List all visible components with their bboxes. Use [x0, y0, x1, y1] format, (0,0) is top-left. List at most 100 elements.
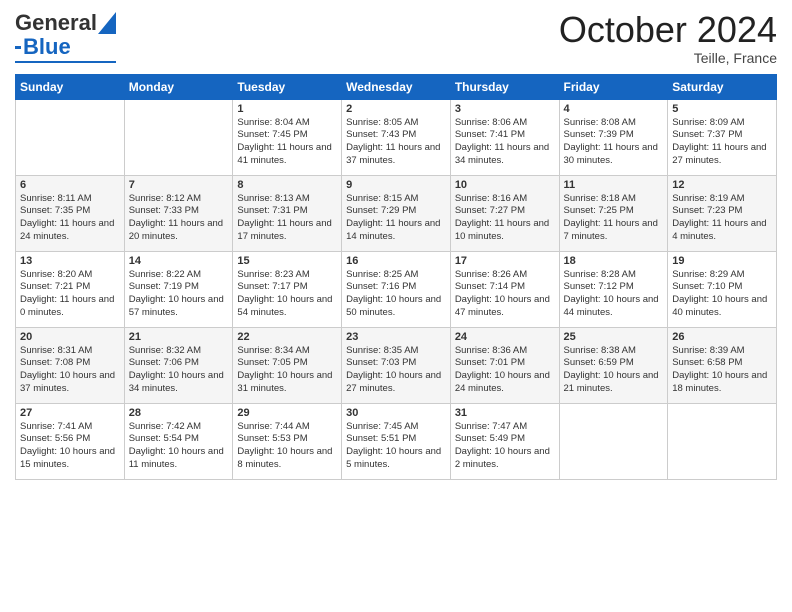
- day-number: 15: [237, 255, 337, 267]
- logo: General Blue: [15, 10, 116, 63]
- day-number: 1: [237, 103, 337, 115]
- day-number: 26: [672, 331, 772, 343]
- day-number: 20: [20, 331, 120, 343]
- calendar-cell: 8 Sunrise: 8:13 AMSunset: 7:31 PMDaylight…: [233, 175, 342, 251]
- day-number: 9: [346, 179, 446, 191]
- calendar-cell: 9 Sunrise: 8:15 AMSunset: 7:29 PMDaylight…: [342, 175, 451, 251]
- day-info: Sunrise: 7:41 AMSunset: 5:56 PMDaylight:…: [20, 421, 120, 472]
- calendar-cell: 6Sunrise: 8:11 AMSunset: 7:35 PMDaylight…: [16, 175, 125, 251]
- day-number: 10: [455, 179, 555, 191]
- day-info: Sunrise: 8:23 AMSunset: 7:17 PMDaylight:…: [237, 269, 337, 320]
- col-header-monday: Monday: [124, 74, 233, 99]
- calendar-table: SundayMondayTuesdayWednesdayThursdayFrid…: [15, 74, 777, 480]
- page-header: General Blue October 2024 Teille, France: [15, 10, 777, 66]
- calendar-cell: 2 Sunrise: 8:05 AMSunset: 7:43 PMDaylight…: [342, 99, 451, 175]
- calendar-cell: 25 Sunrise: 8:38 AMSunset: 6:59 PMDayligh…: [559, 327, 668, 403]
- calendar-cell: 16 Sunrise: 8:25 AMSunset: 7:16 PMDayligh…: [342, 251, 451, 327]
- day-info: Sunrise: 8:25 AMSunset: 7:16 PMDaylight:…: [346, 269, 446, 320]
- day-number: 24: [455, 331, 555, 343]
- calendar-cell: 31 Sunrise: 7:47 AMSunset: 5:49 PMDayligh…: [450, 403, 559, 479]
- day-info: Sunrise: 8:08 AMSunset: 7:39 PMDaylight:…: [564, 117, 664, 168]
- calendar-cell: 24 Sunrise: 8:36 AMSunset: 7:01 PMDayligh…: [450, 327, 559, 403]
- day-number: 8: [237, 179, 337, 191]
- day-number: 16: [346, 255, 446, 267]
- day-info: Sunrise: 8:09 AMSunset: 7:37 PMDaylight:…: [672, 117, 772, 168]
- day-info: Sunrise: 8:04 AMSunset: 7:45 PMDaylight:…: [237, 117, 337, 168]
- calendar-cell: 23Sunrise: 8:35 AMSunset: 7:03 PMDayligh…: [342, 327, 451, 403]
- day-number: 13: [20, 255, 120, 267]
- day-number: 2: [346, 103, 446, 115]
- logo-general: General: [15, 10, 97, 36]
- day-number: 23: [346, 331, 446, 343]
- calendar-cell: 13 Sunrise: 8:20 AMSunset: 7:21 PMDayligh…: [16, 251, 125, 327]
- month-title: October 2024: [559, 10, 777, 50]
- day-number: 28: [129, 407, 229, 419]
- col-header-wednesday: Wednesday: [342, 74, 451, 99]
- day-info: Sunrise: 8:13 AMSunset: 7:31 PMDaylight:…: [237, 193, 337, 244]
- calendar-cell: 30Sunrise: 7:45 AMSunset: 5:51 PMDayligh…: [342, 403, 451, 479]
- day-info: Sunrise: 8:18 AMSunset: 7:25 PMDaylight:…: [564, 193, 664, 244]
- day-info: Sunrise: 8:05 AMSunset: 7:43 PMDaylight:…: [346, 117, 446, 168]
- day-info: Sunrise: 8:16 AMSunset: 7:27 PMDaylight:…: [455, 193, 555, 244]
- day-number: 29: [237, 407, 337, 419]
- day-info: Sunrise: 8:31 AMSunset: 7:08 PMDaylight:…: [20, 345, 120, 396]
- calendar-cell: 22 Sunrise: 8:34 AMSunset: 7:05 PMDayligh…: [233, 327, 342, 403]
- day-info: Sunrise: 7:42 AMSunset: 5:54 PMDaylight:…: [129, 421, 229, 472]
- day-info: Sunrise: 8:34 AMSunset: 7:05 PMDaylight:…: [237, 345, 337, 396]
- col-header-tuesday: Tuesday: [233, 74, 342, 99]
- calendar-cell: 19Sunrise: 8:29 AMSunset: 7:10 PMDayligh…: [668, 251, 777, 327]
- calendar-cell: 29 Sunrise: 7:44 AMSunset: 5:53 PMDayligh…: [233, 403, 342, 479]
- calendar-cell: 15 Sunrise: 8:23 AMSunset: 7:17 PMDayligh…: [233, 251, 342, 327]
- day-info: Sunrise: 7:45 AMSunset: 5:51 PMDaylight:…: [346, 421, 446, 472]
- calendar-cell: [668, 403, 777, 479]
- day-info: Sunrise: 8:36 AMSunset: 7:01 PMDaylight:…: [455, 345, 555, 396]
- day-number: 12: [672, 179, 772, 191]
- day-info: Sunrise: 8:38 AMSunset: 6:59 PMDaylight:…: [564, 345, 664, 396]
- day-info: Sunrise: 8:15 AMSunset: 7:29 PMDaylight:…: [346, 193, 446, 244]
- calendar-cell: 5 Sunrise: 8:09 AMSunset: 7:37 PMDaylight…: [668, 99, 777, 175]
- day-number: 31: [455, 407, 555, 419]
- day-info: Sunrise: 8:06 AMSunset: 7:41 PMDaylight:…: [455, 117, 555, 168]
- day-info: Sunrise: 8:12 AMSunset: 7:33 PMDaylight:…: [129, 193, 229, 244]
- calendar-cell: [559, 403, 668, 479]
- col-header-thursday: Thursday: [450, 74, 559, 99]
- day-info: Sunrise: 8:22 AMSunset: 7:19 PMDaylight:…: [129, 269, 229, 320]
- day-number: 25: [564, 331, 664, 343]
- calendar-cell: 28 Sunrise: 7:42 AMSunset: 5:54 PMDayligh…: [124, 403, 233, 479]
- day-info: Sunrise: 8:19 AMSunset: 7:23 PMDaylight:…: [672, 193, 772, 244]
- calendar-cell: 21Sunrise: 8:32 AMSunset: 7:06 PMDayligh…: [124, 327, 233, 403]
- calendar-cell: 10 Sunrise: 8:16 AMSunset: 7:27 PMDayligh…: [450, 175, 559, 251]
- logo-blue: Blue: [23, 34, 71, 60]
- day-number: 27: [20, 407, 120, 419]
- title-block: October 2024 Teille, France: [559, 10, 777, 66]
- calendar-cell: 4 Sunrise: 8:08 AMSunset: 7:39 PMDaylight…: [559, 99, 668, 175]
- day-info: Sunrise: 8:28 AMSunset: 7:12 PMDaylight:…: [564, 269, 664, 320]
- calendar-cell: 26 Sunrise: 8:39 AMSunset: 6:58 PMDayligh…: [668, 327, 777, 403]
- day-number: 22: [237, 331, 337, 343]
- day-number: 19: [672, 255, 772, 267]
- calendar-cell: 3 Sunrise: 8:06 AMSunset: 7:41 PMDaylight…: [450, 99, 559, 175]
- day-number: 5: [672, 103, 772, 115]
- calendar-cell: 27 Sunrise: 7:41 AMSunset: 5:56 PMDayligh…: [16, 403, 125, 479]
- day-number: 17: [455, 255, 555, 267]
- day-number: 4: [564, 103, 664, 115]
- day-number: 7: [129, 179, 229, 191]
- logo-triangle-icon: [98, 12, 116, 34]
- col-header-friday: Friday: [559, 74, 668, 99]
- day-number: 3: [455, 103, 555, 115]
- day-number: 21: [129, 331, 229, 343]
- calendar-cell: [16, 99, 125, 175]
- calendar-cell: 17 Sunrise: 8:26 AMSunset: 7:14 PMDayligh…: [450, 251, 559, 327]
- location: Teille, France: [559, 50, 777, 66]
- day-info: Sunrise: 7:44 AMSunset: 5:53 PMDaylight:…: [237, 421, 337, 472]
- day-number: 14: [129, 255, 229, 267]
- calendar-cell: 20 Sunrise: 8:31 AMSunset: 7:08 PMDayligh…: [16, 327, 125, 403]
- calendar-cell: 1 Sunrise: 8:04 AMSunset: 7:45 PMDaylight…: [233, 99, 342, 175]
- day-info: Sunrise: 8:26 AMSunset: 7:14 PMDaylight:…: [455, 269, 555, 320]
- day-number: 18: [564, 255, 664, 267]
- day-info: Sunrise: 7:47 AMSunset: 5:49 PMDaylight:…: [455, 421, 555, 472]
- day-info: Sunrise: 8:20 AMSunset: 7:21 PMDaylight:…: [20, 269, 120, 320]
- day-info: Sunrise: 8:39 AMSunset: 6:58 PMDaylight:…: [672, 345, 772, 396]
- calendar-cell: 14 Sunrise: 8:22 AMSunset: 7:19 PMDayligh…: [124, 251, 233, 327]
- day-number: 11: [564, 179, 664, 191]
